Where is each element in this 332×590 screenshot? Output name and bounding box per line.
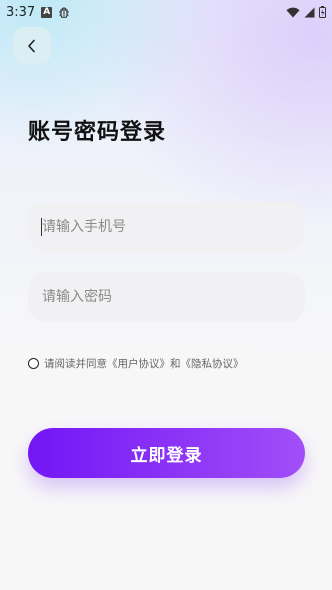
battery-icon — [319, 6, 326, 18]
phone-input[interactable] — [28, 202, 305, 252]
page-title: 账号密码登录 — [28, 120, 167, 145]
text-cursor — [41, 218, 42, 236]
status-time: 3:37 — [6, 4, 36, 20]
agreement-checkbox[interactable] — [28, 358, 39, 369]
agreement-row: 请阅读并同意《用户协议》和《隐私协议》 — [28, 356, 244, 371]
notification-a-icon: A — [41, 6, 53, 18]
signal-icon — [304, 7, 315, 17]
password-input[interactable] — [28, 272, 305, 322]
chevron-left-icon — [28, 39, 35, 52]
agreement-text[interactable]: 请阅读并同意《用户协议》和《隐私协议》 — [44, 356, 244, 371]
back-button[interactable] — [13, 27, 51, 64]
bug-icon — [59, 7, 70, 18]
wifi-icon — [286, 7, 300, 17]
status-bar: 3:37 A — [0, 0, 332, 24]
login-button[interactable]: 立即登录 — [28, 428, 305, 478]
